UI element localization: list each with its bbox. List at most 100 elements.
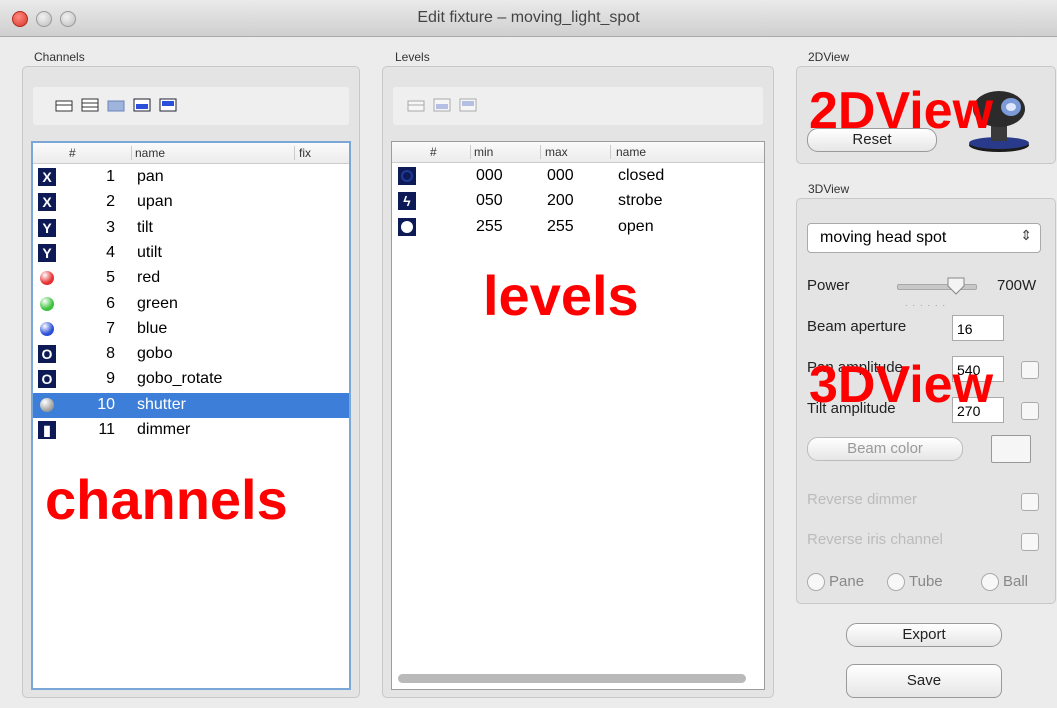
column-header-name[interactable]: name	[616, 145, 646, 159]
levels-group-label: Levels	[395, 50, 430, 64]
select-arrows-icon: ⇕	[1020, 227, 1032, 243]
channel-name: gobo	[137, 345, 173, 363]
reverse-iris-checkbox[interactable]	[1021, 533, 1039, 551]
fixture-model-value: moving head spot	[820, 229, 947, 246]
channels-group-label: Channels	[34, 50, 85, 64]
levels-toolbar	[393, 87, 763, 125]
insert-channel-icon[interactable]	[81, 97, 99, 113]
channel-row[interactable]: X 2 upan	[33, 190, 349, 215]
x-axis-icon: X	[38, 168, 56, 186]
channel-row[interactable]: 5 red	[33, 266, 349, 291]
power-slider-track	[897, 284, 977, 290]
add-level-icon[interactable]	[407, 97, 425, 113]
channels-toolbar	[33, 87, 349, 125]
level-row[interactable]: 255 255 open	[392, 215, 764, 240]
ball-radio-label: Ball	[1003, 573, 1029, 590]
channel-name: utilt	[137, 243, 162, 261]
power-slider-thumb[interactable]	[947, 277, 965, 295]
level-min: 255	[476, 217, 503, 235]
channel-number: 1	[106, 168, 115, 185]
channel-number: 11	[98, 421, 115, 438]
3dview-group-label: 3DView	[808, 182, 850, 196]
level-name: open	[618, 217, 654, 235]
channel-name: blue	[137, 319, 168, 337]
pane-radio-label: Pane	[829, 573, 865, 590]
export-button[interactable]: Export	[846, 623, 1002, 647]
level-min: 050	[476, 192, 503, 210]
window-title: Edit fixture – moving_light_spot	[417, 9, 640, 26]
channel-name: green	[137, 294, 178, 312]
levels-horizontal-scrollbar[interactable]	[398, 674, 746, 683]
beam-color-swatch[interactable]	[991, 435, 1031, 463]
x-fine-icon: X	[38, 193, 56, 212]
2dview-annotation: 2DView	[809, 82, 994, 140]
channel-row[interactable]: X 1 pan	[33, 165, 349, 190]
move-level-up-icon[interactable]	[433, 97, 451, 113]
level-name: strobe	[618, 192, 663, 210]
column-header-number[interactable]: #	[430, 145, 437, 159]
channel-row[interactable]: 10 shutter	[33, 392, 349, 418]
levels-table[interactable]: # min max name 000 000 closed ϟ 050 200 strobe…	[391, 141, 765, 690]
title-bar: Edit fixture – moving_light_spot	[0, 0, 1057, 37]
power-value: 700W	[997, 277, 1037, 294]
channel-row[interactable]: O 9 gobo_rotate	[33, 367, 349, 392]
column-header-fix[interactable]: fix	[299, 146, 311, 160]
beam-aperture-field[interactable]: 16	[952, 315, 1004, 341]
channel-row[interactable]: 7 blue	[33, 317, 349, 342]
column-header-name[interactable]: name	[135, 146, 165, 160]
2dview-group-label: 2DView	[808, 50, 850, 64]
red-ball-icon	[40, 271, 54, 286]
level-row[interactable]: 000 000 closed	[392, 164, 764, 189]
tube-radio[interactable]	[887, 573, 905, 591]
move-channel-down-icon[interactable]	[159, 97, 177, 113]
channel-number: 9	[106, 370, 115, 388]
channel-name: pan	[137, 168, 164, 185]
add-channel-icon[interactable]	[55, 97, 73, 113]
channel-row[interactable]: Y 3 tilt	[33, 216, 349, 241]
save-button[interactable]: Save	[846, 664, 1002, 698]
column-header-max[interactable]: max	[545, 145, 568, 159]
3dview-group: moving head spot ⇕ Power ...... 700W Bea…	[796, 198, 1056, 604]
level-max: 200	[547, 192, 574, 210]
channel-number: 8	[106, 345, 115, 363]
power-slider[interactable]: ......	[897, 277, 977, 308]
channel-number: 4	[106, 243, 115, 261]
level-max: 255	[547, 217, 574, 235]
move-level-down-icon[interactable]	[459, 97, 477, 113]
channel-row[interactable]: Y 4 utilt	[33, 241, 349, 266]
channel-row[interactable]: 6 green	[33, 292, 349, 317]
channels-group: # name fix X 1 pan X 2 upan Y 3 tilt Y 4 utilt 5 red 6…	[22, 66, 360, 698]
beam-color-button[interactable]: Beam color	[807, 437, 963, 461]
beam-aperture-label: Beam aperture	[807, 318, 907, 335]
levels-table-header: # min max name	[392, 142, 764, 163]
move-channel-up-icon[interactable]	[133, 97, 151, 113]
reverse-dimmer-checkbox[interactable]	[1021, 493, 1039, 511]
channel-number: 5	[106, 269, 115, 287]
channel-name: gobo_rotate	[137, 370, 223, 388]
level-row[interactable]: ϟ 050 200 strobe	[392, 189, 764, 214]
remove-channel-icon[interactable]	[107, 97, 125, 113]
channels-table[interactable]: # name fix X 1 pan X 2 upan Y 3 tilt Y 4 utilt 5 red 6…	[31, 141, 351, 690]
column-header-min[interactable]: min	[474, 145, 493, 159]
channels-annotation: channels	[45, 468, 288, 531]
levels-annotation: levels	[483, 264, 639, 327]
channel-row[interactable]: O 8 gobo	[33, 342, 349, 367]
channel-number: 10	[97, 395, 115, 413]
tube-radio-label: Tube	[909, 573, 943, 590]
open-icon	[398, 217, 416, 236]
y-axis-icon: Y	[38, 218, 56, 237]
ball-radio[interactable]	[981, 573, 999, 591]
level-min: 000	[476, 167, 503, 184]
channel-number: 2	[106, 193, 115, 211]
channel-row[interactable]: ▮ 11 dimmer	[33, 418, 349, 443]
pan-reverse-checkbox[interactable]	[1021, 361, 1039, 379]
reverse-iris-label: Reverse iris channel	[807, 531, 943, 548]
pane-radio[interactable]	[807, 573, 825, 591]
fixture-model-select[interactable]: moving head spot ⇕	[807, 223, 1041, 253]
2dview-group: Reset 2DView	[796, 66, 1056, 164]
tilt-reverse-checkbox[interactable]	[1021, 402, 1039, 420]
channel-name: shutter	[137, 395, 186, 413]
reverse-dimmer-label: Reverse dimmer	[807, 491, 918, 508]
column-header-number[interactable]: #	[69, 146, 76, 160]
channels-table-header: # name fix	[33, 143, 349, 164]
